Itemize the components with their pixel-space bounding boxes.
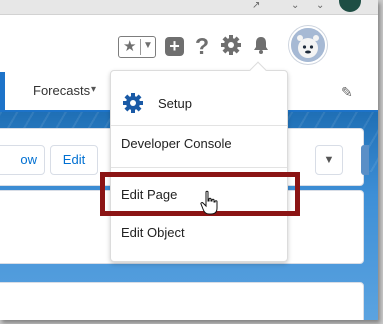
active-tab-marker — [0, 72, 5, 110]
hand-cursor-icon — [200, 190, 220, 216]
screenshot-frame: ↗ ⌄ ⌄ ★ ▼ + ? Forecasts ▾ ✎ ow Edit ▼ Se… — [0, 0, 378, 320]
browser-profile-icon[interactable] — [339, 0, 361, 12]
edit-button[interactable]: Edit — [50, 145, 98, 175]
menu-item-setup[interactable]: Setup — [111, 85, 287, 121]
browser-chevron-icon: ⌄ — [291, 0, 300, 11]
menu-item-edit-object[interactable]: Edit Object — [111, 219, 287, 245]
browser-arrow-icon: ↗ — [252, 0, 261, 11]
follow-button[interactable]: ow — [0, 145, 45, 175]
star-icon: ★ — [123, 38, 137, 55]
more-actions-button[interactable]: ▼ — [315, 145, 343, 175]
favorites-divider — [140, 39, 141, 55]
menu-divider — [111, 167, 287, 168]
menu-item-label: Edit Object — [121, 225, 185, 240]
setup-menu: Setup Developer Console Edit Page Edit O… — [110, 70, 288, 262]
plus-icon[interactable]: + — [165, 37, 184, 56]
bell-icon[interactable] — [251, 35, 271, 55]
question-icon[interactable]: ? — [195, 33, 209, 60]
favorites-button[interactable]: ★ ▼ — [118, 36, 156, 58]
setup-gear-icon — [121, 91, 145, 115]
chevron-down-icon[interactable]: ▼ — [143, 40, 153, 51]
chevron-down-icon[interactable]: ▾ — [91, 84, 96, 95]
menu-divider — [111, 125, 287, 126]
tab-forecasts[interactable]: Forecasts — [33, 83, 90, 98]
browser-menu-icon: ⌄ — [316, 0, 325, 11]
pencil-icon[interactable]: ✎ — [341, 84, 353, 101]
gear-icon[interactable] — [219, 33, 243, 57]
related-list-card — [0, 282, 364, 320]
menu-item-developer-console[interactable]: Developer Console — [111, 131, 287, 157]
side-panel-tab[interactable] — [361, 145, 369, 175]
user-avatar[interactable] — [289, 26, 327, 64]
browser-toolbar: ↗ ⌄ ⌄ — [0, 0, 378, 15]
menu-item-label: Developer Console — [121, 136, 232, 151]
menu-item-label: Setup — [158, 96, 192, 111]
